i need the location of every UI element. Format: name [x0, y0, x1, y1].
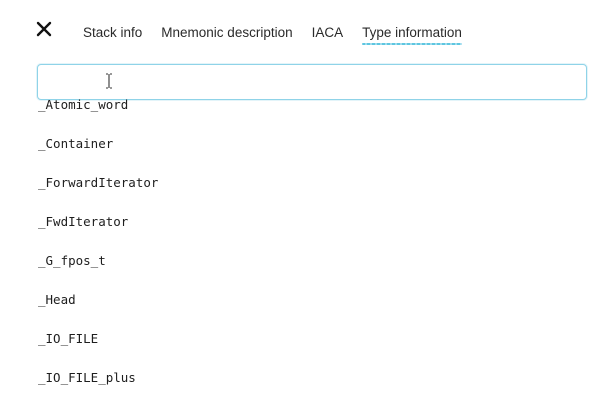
close-icon: [36, 21, 52, 37]
panel-header: Stack info Mnemonic description IACA Typ…: [0, 0, 600, 62]
tab-mnemonic-description[interactable]: Mnemonic description: [161, 24, 292, 42]
type-list: _Atomic_word _Container _ForwardIterator…: [38, 96, 578, 408]
type-list-item[interactable]: _FwdIterator: [38, 213, 578, 252]
type-list-item[interactable]: _Container: [38, 135, 578, 174]
type-list-item[interactable]: _Head: [38, 291, 578, 330]
close-button[interactable]: [36, 21, 52, 37]
tab-iaca[interactable]: IACA: [312, 24, 344, 42]
tab-stack-info[interactable]: Stack info: [83, 24, 142, 42]
type-search-input[interactable]: [37, 64, 587, 100]
type-list-item[interactable]: _IO_FILE: [38, 330, 578, 369]
tab-bar: Stack info Mnemonic description IACA Typ…: [83, 24, 481, 45]
type-information-panel: Stack info Mnemonic description IACA Typ…: [0, 0, 600, 400]
search-box: [37, 64, 587, 100]
type-list-item[interactable]: _IO_FILE_plus: [38, 369, 578, 408]
tab-type-information[interactable]: Type information: [362, 24, 462, 45]
type-list-item[interactable]: _ForwardIterator: [38, 174, 578, 213]
type-list-item[interactable]: _Atomic_word: [38, 96, 578, 135]
type-list-item[interactable]: _G_fpos_t: [38, 252, 578, 291]
